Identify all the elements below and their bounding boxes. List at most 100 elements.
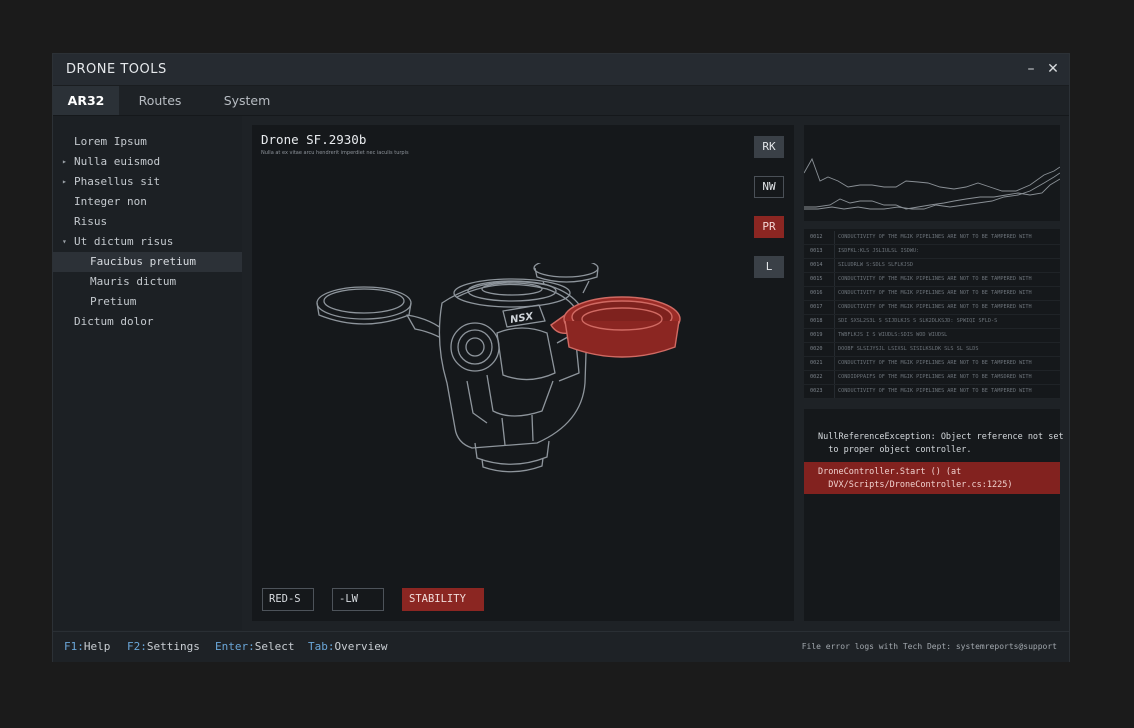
chevron-right-icon[interactable]: ▸ — [62, 152, 67, 172]
log-line-number: 0012 — [810, 234, 823, 240]
log-panel: 0012 CONDUCTIVITY OF THE MGIK PIPELINES A… — [804, 229, 1060, 399]
telemetry-line-3 — [804, 172, 1061, 210]
back-rotor-pod — [533, 263, 599, 278]
log-row: 0012 CONDUCTIVITY OF THE MGIK PIPELINES A… — [804, 231, 1060, 245]
log-row: 0020 DOOBF SLSIJYSJL LSIXSL SISILKSLDK SL… — [804, 343, 1060, 357]
tree-item-phasellus-sit[interactable]: ▸ Phasellus sit — [53, 172, 242, 192]
tree-item-label: Lorem Ipsum — [74, 135, 147, 148]
tab-ar32[interactable]: AR32 — [53, 86, 119, 115]
tree-item-label: Pretium — [90, 295, 137, 308]
shortcut-label: Help — [83, 640, 111, 653]
log-message: CONDUCTIVITY OF THE MGIK PIPELINES ARE N… — [838, 304, 1032, 310]
log-row: 0022 CONDIDPPAIFS OF THE MGIK PIPELINES A… — [804, 371, 1060, 385]
error-panel: NullReferenceException: Object reference… — [804, 409, 1064, 621]
red-s-button[interactable]: RED-S — [262, 588, 314, 611]
left-rotor-pod — [316, 286, 412, 320]
shortcut-key: F1: — [64, 640, 84, 653]
log-row: 0019 TWBFLKJS I S WIUDLS:SDIS WOD WIUDSL — [804, 329, 1060, 343]
telemetry-chart-panel — [803, 125, 1061, 221]
log-message: CONDUCTIVITY OF THE MGIK PIPELINES ARE N… — [838, 276, 1032, 282]
shortcut-key: Tab: — [308, 640, 335, 653]
log-line-number: 0013 — [810, 248, 823, 254]
tree-item-integer-non[interactable]: Integer non — [53, 192, 242, 212]
log-line-number: 0015 — [810, 276, 823, 282]
log-line-number: 0022 — [810, 374, 823, 380]
title-bar: DRONE TOOLS – ✕ — [53, 54, 1069, 86]
lw-button[interactable]: -LW — [332, 588, 384, 611]
tree-item-ut-dictum-risus[interactable]: ▾ Ut dictum risus — [53, 232, 242, 252]
shortcut-label: Select — [254, 640, 295, 653]
log-line-number: 0020 — [810, 346, 823, 352]
log-row: 0014 SILUDRLW S:SDLS SLFLKJSD — [804, 259, 1060, 273]
drone-subtitle: Nulla at ex vitae arcu hendrerit imperdi… — [261, 150, 409, 156]
shortcut-label: Overview — [334, 640, 388, 653]
drone-tools-window: DRONE TOOLS – ✕ AR32 Routes System Lorem… — [52, 53, 1070, 662]
shortcut-help[interactable]: F1:Help — [64, 640, 110, 653]
log-row: 0015 CONDUCTIVITY OF THE MGIK PIPELINES A… — [804, 273, 1060, 287]
telemetry-line-1 — [803, 157, 1061, 192]
stability-button[interactable]: STABILITY — [402, 588, 484, 611]
nw-button[interactable]: NW — [754, 176, 784, 198]
tree-item-label: Ut dictum risus — [74, 235, 174, 248]
tree-item-label: Risus — [74, 215, 108, 228]
tree-item-faucibus-pretium[interactable]: Faucibus pretium — [53, 252, 242, 272]
error-trace-text: DroneController.Start () (at DVX/Scripts… — [818, 467, 1013, 490]
tab-bar: AR32 Routes System — [53, 86, 1069, 116]
support-contact: File error logs with Tech Dept: systemre… — [801, 642, 1057, 651]
tree-item-label: Nulla euismod — [74, 155, 161, 168]
l-button[interactable]: L — [754, 256, 784, 278]
log-message: CONDUCTIVITY OF THE MGIK PIPELINES ARE N… — [838, 388, 1032, 394]
window-title: DRONE TOOLS — [66, 62, 167, 77]
shortcut-settings[interactable]: F2:Settings — [127, 640, 200, 653]
log-row: 0018 SDI SXSL2S3L S SIJDLKJS S SLK2DLKSJD… — [804, 315, 1060, 329]
shortcut-label: Settings — [146, 640, 200, 653]
pr-button[interactable]: PR — [754, 216, 784, 238]
shortcut-key: Enter: — [215, 640, 255, 653]
drone-title: Drone SF.2930b — [261, 132, 367, 147]
log-line-number: 0014 — [810, 262, 823, 268]
log-message: CONDUCTIVITY OF THE MGIK PIPELINES ARE N… — [838, 360, 1032, 366]
log-line-number: 0021 — [810, 360, 823, 366]
log-line-number: 0023 — [810, 388, 823, 394]
log-line-number: 0016 — [810, 290, 823, 296]
status-bar: F1:Help F2:Settings Enter:Select Tab:Ove… — [53, 631, 1069, 662]
minimize-button[interactable]: – — [1023, 61, 1039, 77]
log-row: 0013 ISDFKL:KLS JSLIULSL ISDWU: — [804, 245, 1060, 259]
tree-item-label: Faucibus pretium — [90, 255, 196, 268]
rk-button[interactable]: RK — [754, 136, 784, 158]
shortcut-overview[interactable]: Tab:Overview — [308, 640, 387, 653]
log-line-number: 0017 — [810, 304, 823, 310]
tree-item-dictum-dolor[interactable]: Dictum dolor — [53, 312, 242, 332]
close-button[interactable]: ✕ — [1045, 61, 1061, 77]
tree-item-label: Phasellus sit — [74, 175, 161, 188]
drone-3d-model[interactable]: NSX — [307, 263, 707, 488]
tab-routes[interactable]: Routes — [125, 86, 195, 115]
tree-item-risus[interactable]: Risus — [53, 212, 242, 232]
tree-item-lorem-ipsum[interactable]: Lorem Ipsum — [53, 132, 242, 152]
tree-item-mauris-dictum[interactable]: Mauris dictum — [53, 272, 242, 292]
tree-item-nulla-euismod[interactable]: ▸ Nulla euismod — [53, 152, 242, 172]
tree-item-label: Dictum dolor — [74, 315, 154, 328]
log-line-number: 0019 — [810, 332, 823, 338]
log-message: CONDUCTIVITY OF THE MGIK PIPELINES ARE N… — [838, 234, 1032, 240]
log-row: 0017 CONDUCTIVITY OF THE MGIK PIPELINES A… — [804, 301, 1060, 315]
error-stack-trace[interactable]: DroneController.Start () (at DVX/Scripts… — [804, 462, 1060, 494]
tree-item-pretium[interactable]: Pretium — [53, 292, 242, 312]
log-row: 0021 CONDUCTIVITY OF THE MGIK PIPELINES A… — [804, 357, 1060, 371]
log-message: CONDIDPPAIFS OF THE MGIK PIPELINES ARE N… — [838, 374, 1032, 380]
log-message: ISDFKL:KLS JSLIULSL ISDWU: — [838, 248, 920, 254]
shortcut-select[interactable]: Enter:Select — [215, 640, 295, 653]
error-message: NullReferenceException: Object reference… — [818, 432, 1064, 455]
tree-item-label: Integer non — [74, 195, 147, 208]
chevron-down-icon[interactable]: ▾ — [62, 232, 67, 252]
telemetry-chart — [803, 157, 1061, 210]
drone-viewer: Drone SF.2930b Nulla at ex vitae arcu he… — [252, 125, 794, 621]
log-message: SILUDRLW S:SDLS SLFLKJSD — [838, 262, 913, 268]
log-message: CONDUCTIVITY OF THE MGIK PIPELINES ARE N… — [838, 290, 1032, 296]
log-row: 0016 CONDUCTIVITY OF THE MGIK PIPELINES A… — [804, 287, 1060, 301]
chevron-right-icon[interactable]: ▸ — [62, 172, 67, 192]
sidebar-tree: Lorem Ipsum ▸ Nulla euismod ▸ Phasellus … — [53, 116, 242, 630]
log-message: TWBFLKJS I S WIUDLS:SDIS WOD WIUDSL — [838, 332, 948, 338]
log-message: SDI SXSL2S3L S SIJDLKJS S SLK2DLKSJD: SP… — [838, 318, 998, 324]
tab-system[interactable]: System — [211, 86, 283, 115]
